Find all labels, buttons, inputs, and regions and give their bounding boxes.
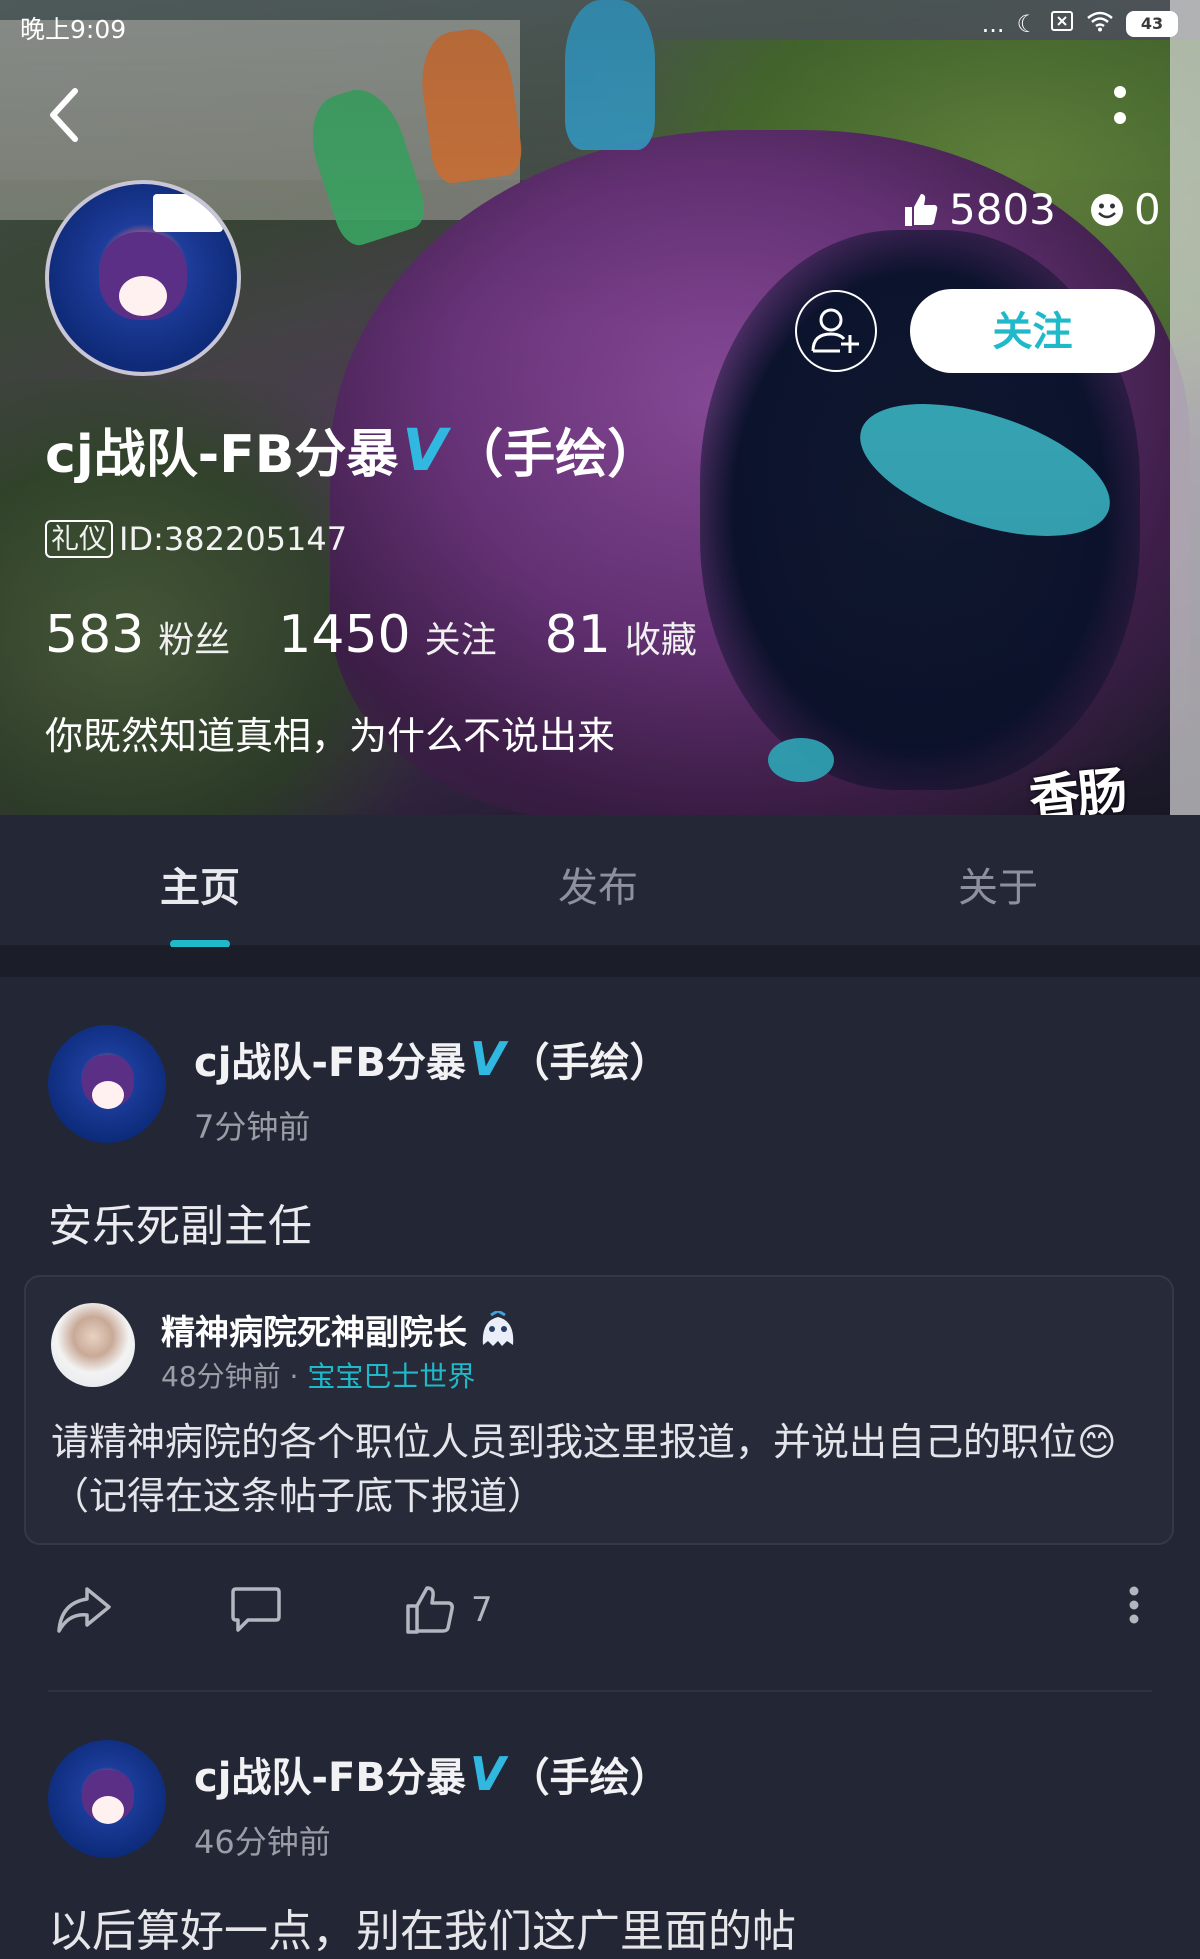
favorites-label[interactable]: 收藏	[625, 611, 697, 663]
banner-watermark: 香肠	[1026, 761, 1129, 815]
like-button[interactable]: 7	[405, 1585, 493, 1635]
comment-button[interactable]	[230, 1585, 282, 1635]
wifi-icon	[1086, 10, 1114, 38]
more-vertical-icon-dot	[1114, 112, 1126, 124]
profile-id-row: 礼仪 ID:382205147	[45, 520, 347, 558]
avatar-decoration	[99, 232, 187, 320]
post-author-suffix: （手绘）	[509, 1755, 670, 1801]
more-options-button[interactable]	[1100, 86, 1140, 146]
meta-separator: ·	[289, 1360, 299, 1393]
profile-likes: 5803	[903, 185, 1056, 234]
moon-icon: ☾	[1016, 10, 1038, 38]
status-bar: 晚上9:09 ... ☾ 43	[0, 0, 1200, 52]
profile-tabs: 主页 发布 关于	[0, 815, 1200, 947]
more-vertical-icon	[1114, 86, 1126, 98]
status-icons: ... ☾ 43	[982, 10, 1178, 38]
quoted-author-name[interactable]: 精神病院死神副院长	[161, 1305, 519, 1354]
verified-icon: V	[469, 1747, 506, 1801]
quoted-post-card[interactable]: 精神病院死神副院长 48分钟前 · 宝宝巴士世界 请精神病院的各个职位人员到我这…	[24, 1275, 1174, 1545]
share-button[interactable]	[55, 1585, 113, 1635]
post-author-name[interactable]: cj战队-FB分暴 V （手绘）	[194, 1745, 669, 1803]
add-friend-button[interactable]	[795, 290, 877, 372]
ghost-badge-icon	[482, 1310, 514, 1346]
post-author-suffix: （手绘）	[509, 1040, 670, 1086]
emoji-count: 0	[1134, 185, 1161, 234]
verified-icon: V	[402, 415, 448, 484]
add-user-icon	[811, 308, 859, 353]
banner-edge	[1170, 0, 1200, 815]
smiley-icon	[1091, 193, 1123, 226]
profile-id: ID:382205147	[119, 520, 348, 558]
share-icon	[57, 1587, 111, 1633]
following-count[interactable]: 1450	[278, 605, 410, 665]
post-author-text: cj战队-FB分暴	[194, 1755, 466, 1801]
profile-name: cj战队-FB分暴 V （手绘）	[45, 412, 659, 487]
post-author-name[interactable]: cj战队-FB分暴 V （手绘）	[194, 1030, 669, 1088]
tab-posts[interactable]: 发布	[558, 855, 638, 913]
favorites-count[interactable]: 81	[545, 605, 611, 665]
back-button[interactable]	[45, 85, 85, 145]
post-author-avatar[interactable]	[48, 1740, 166, 1858]
avatar-decoration	[153, 194, 223, 232]
more-notifications-icon: ...	[981, 10, 1005, 38]
no-sim-icon	[1050, 10, 1074, 38]
quoted-time: 48分钟前	[161, 1360, 281, 1393]
section-divider	[0, 947, 1200, 977]
profile-avatar[interactable]	[45, 180, 241, 376]
profile-name-suffix: （手绘）	[451, 425, 660, 485]
thumbs-up-icon	[406, 1586, 454, 1634]
profile-bio: 你既然知道真相，为什么不说出来	[45, 714, 616, 758]
tab-about[interactable]: 关于	[958, 855, 1038, 913]
post-time: 7分钟前	[194, 1108, 311, 1146]
post-author-avatar[interactable]	[48, 1025, 166, 1143]
profile-stats: 583 粉丝 1450 关注 81 收藏	[45, 605, 731, 665]
follow-button[interactable]: 关注	[910, 289, 1155, 373]
profile-header-banner: 香肠	[0, 0, 1200, 815]
quoted-author-text: 精神病院死神副院长	[161, 1313, 467, 1353]
fans-label[interactable]: 粉丝	[158, 611, 230, 663]
status-time: 晚上9:09	[20, 15, 127, 44]
quoted-author-avatar[interactable]	[51, 1303, 135, 1387]
post-more-button[interactable]	[1128, 1585, 1140, 1625]
chevron-left-icon	[50, 88, 78, 142]
profile-name-text: cj战队-FB分暴	[45, 425, 399, 485]
post-time: 46分钟前	[194, 1823, 331, 1861]
likes-count: 5803	[949, 185, 1056, 234]
profile-emoji-stat: 0	[1090, 185, 1161, 234]
post-actions: 7	[0, 1585, 1200, 1655]
like-count: 7	[471, 1590, 493, 1630]
fans-count[interactable]: 583	[45, 605, 144, 665]
following-label[interactable]: 关注	[425, 611, 497, 663]
post-author-text: cj战队-FB分暴	[194, 1040, 466, 1086]
post-text[interactable]: 安乐死副主任	[48, 1190, 312, 1254]
comment-icon	[231, 1587, 281, 1632]
title-badge: 礼仪	[45, 520, 114, 558]
post-text[interactable]: 以后算好一点，别在我们这广里面的帖	[48, 1895, 796, 1959]
battery-icon: 43	[1126, 11, 1178, 37]
thumbs-up-icon	[905, 193, 938, 226]
more-vertical-icon	[1129, 1586, 1139, 1624]
quoted-topic-link[interactable]: 宝宝巴士世界	[307, 1360, 475, 1393]
post-divider	[48, 1690, 1152, 1692]
banner-scrim	[0, 0, 1200, 815]
quoted-text: 请精神病院的各个职位人员到我这里报道，并说出自己的职位😊（记得在这条帖子底下报道…	[51, 1420, 1117, 1518]
quoted-meta: 48分钟前 · 宝宝巴士世界	[161, 1355, 475, 1395]
tab-home[interactable]: 主页	[160, 855, 240, 913]
verified-icon: V	[469, 1032, 506, 1086]
